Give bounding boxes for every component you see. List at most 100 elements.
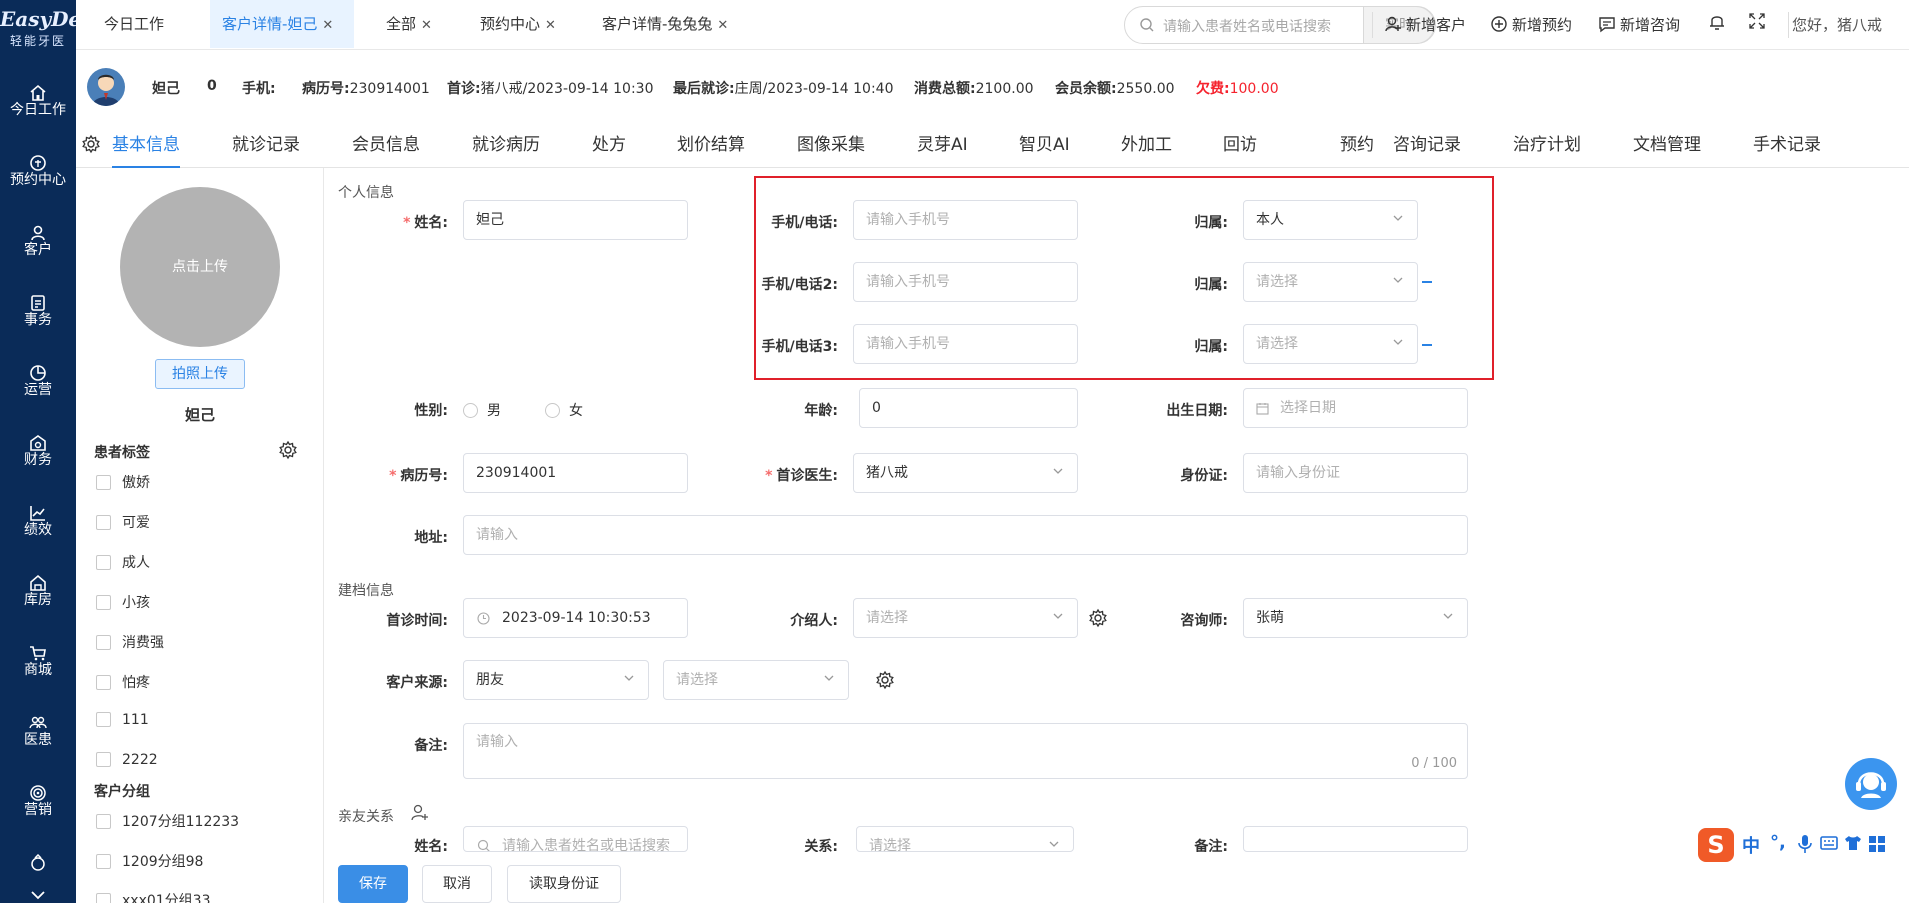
keyboard-icon[interactable] — [1820, 836, 1838, 854]
tab-follow-up[interactable]: 回访 — [1223, 132, 1257, 158]
tab-zhibei-ai[interactable]: 智贝AI — [1019, 132, 1070, 158]
nav-item-warehouse[interactable]: 库房 — [0, 562, 76, 628]
belong2-select[interactable]: 请选择 — [1243, 262, 1418, 302]
tab-visit-records[interactable]: 就诊记录 — [232, 132, 300, 158]
nav-item-mall[interactable]: 商城 — [0, 632, 76, 698]
relative-remark-input[interactable] — [1243, 826, 1468, 852]
tab-customer-tutu[interactable]: 客户详情-兔兔兔 ✕ — [590, 0, 740, 48]
tag-checkbox[interactable]: 怕疼 — [96, 672, 150, 692]
gender-male-radio[interactable]: 男 — [463, 400, 501, 420]
tab-documents[interactable]: 文档管理 — [1633, 132, 1701, 158]
remove-phone3-icon[interactable] — [1422, 344, 1432, 346]
gender-female-radio[interactable]: 女 — [545, 400, 583, 420]
ime-punctuation-icon[interactable]: °, — [1770, 832, 1786, 853]
customer-service-button[interactable] — [1845, 758, 1897, 810]
phone2-input[interactable]: 请输入手机号 — [853, 262, 1078, 302]
tab-appointment[interactable]: 预约中心 ✕ — [468, 0, 568, 48]
tab-customer-daji[interactable]: 客户详情-妲己 ✕ — [210, 0, 354, 48]
tab-medical-records[interactable]: 就诊病历 — [472, 132, 540, 158]
tag-checkbox[interactable]: 111 — [96, 712, 149, 728]
nav-item-operation[interactable]: 运营 — [0, 352, 76, 418]
doctor-select[interactable]: 猪八戒 — [853, 453, 1078, 493]
phone3-input[interactable]: 请输入手机号 — [853, 324, 1078, 364]
ime-language[interactable]: 中 — [1742, 832, 1760, 858]
group-checkbox[interactable]: xxx01分组33 — [96, 890, 210, 903]
tab-appointment[interactable]: 预约 — [1340, 132, 1374, 158]
user-greeting[interactable]: 您好，猪八戒 — [1792, 12, 1882, 38]
tab-outsourcing[interactable]: 外加工 — [1121, 132, 1172, 158]
referrer-settings-gear-icon[interactable] — [1088, 608, 1108, 632]
cancel-button[interactable]: 取消 — [422, 865, 492, 903]
consultant-select[interactable]: 张萌 — [1243, 598, 1468, 638]
nav-item-doctor-patient[interactable]: 医患 — [0, 702, 76, 768]
save-button[interactable]: 保存 — [338, 865, 408, 903]
new-customer-button[interactable]: 新增客户 — [1384, 12, 1466, 38]
tab-all[interactable]: 全部 ✕ — [374, 0, 444, 48]
tag-checkbox[interactable]: 消费强 — [96, 632, 164, 652]
nav-item-more[interactable] — [0, 842, 76, 882]
group-checkbox[interactable]: 1209分组98 — [96, 851, 203, 871]
relative-search-input[interactable]: 请输入患者姓名或电话搜索 — [463, 826, 688, 852]
nav-item-task[interactable]: 事务 — [0, 282, 76, 348]
tab-member-info[interactable]: 会员信息 — [352, 132, 420, 158]
bell-icon[interactable] — [1708, 12, 1726, 38]
nav-expand-icon[interactable] — [30, 888, 46, 903]
tag-checkbox[interactable]: 成人 — [96, 552, 150, 572]
upload-avatar-button[interactable]: 点击上传 — [120, 187, 280, 347]
remark-textarea[interactable]: 请输入 0 / 100 — [463, 723, 1468, 779]
close-icon[interactable]: ✕ — [421, 18, 432, 33]
tab-imaging[interactable]: 图像采集 — [797, 132, 865, 158]
tag-checkbox[interactable]: 小孩 — [96, 592, 150, 612]
nav-item-customer[interactable]: 客户 — [0, 212, 76, 278]
relation-select[interactable]: 请选择 — [856, 826, 1074, 852]
close-icon[interactable]: ✕ — [717, 18, 728, 33]
group-checkbox[interactable]: 1207分组112233 — [96, 811, 239, 831]
close-icon[interactable]: ✕ — [545, 18, 556, 33]
id-input[interactable]: 请输入身份证 — [1243, 453, 1468, 493]
tag-settings-gear-icon[interactable] — [278, 440, 298, 464]
tag-checkbox[interactable]: 傲娇 — [96, 472, 150, 492]
tab-treatment-plan[interactable]: 治疗计划 — [1513, 132, 1581, 158]
tag-checkbox[interactable]: 2222 — [96, 752, 158, 768]
birth-date-picker[interactable]: 选择日期 — [1243, 388, 1468, 428]
toolbox-icon[interactable] — [1868, 835, 1886, 857]
first-time-picker[interactable]: 2023-09-14 10:30:53 — [463, 598, 688, 638]
source-detail-select[interactable]: 请选择 — [663, 660, 849, 700]
fullscreen-icon[interactable] — [1748, 12, 1766, 38]
remove-phone2-icon[interactable] — [1422, 281, 1432, 283]
nav-item-performance[interactable]: 绩效 — [0, 492, 76, 558]
nav-item-today[interactable]: 今日工作 — [0, 72, 76, 138]
tab-consult-records[interactable]: 咨询记录 — [1393, 132, 1461, 158]
ime-logo[interactable]: S — [1698, 828, 1734, 862]
nav-item-marketing[interactable]: 营销 — [0, 772, 76, 838]
skin-icon[interactable] — [1844, 835, 1862, 855]
source-select[interactable]: 朋友 — [463, 660, 649, 700]
new-consult-button[interactable]: 新增咨询 — [1598, 12, 1680, 38]
search-input[interactable]: 请输入患者姓名或电话搜索 — [1163, 16, 1331, 36]
source-settings-gear-icon[interactable] — [875, 670, 895, 694]
photo-upload-button[interactable]: 拍照上传 — [155, 359, 245, 389]
record-input[interactable]: 230914001 — [463, 453, 688, 493]
referrer-select[interactable]: 请选择 — [853, 598, 1078, 638]
tab-today[interactable]: 今日工作 — [92, 0, 176, 48]
tab-billing[interactable]: 划价结算 — [677, 132, 745, 158]
gear-icon[interactable] — [81, 134, 101, 158]
belong1-select[interactable]: 本人 — [1243, 200, 1418, 240]
new-appointment-button[interactable]: 新增预约 — [1490, 12, 1572, 38]
close-icon[interactable]: ✕ — [322, 18, 333, 33]
belong3-select[interactable]: 请选择 — [1243, 324, 1418, 364]
nav-item-finance[interactable]: 财务 — [0, 422, 76, 488]
tag-checkbox[interactable]: 可爱 — [96, 512, 150, 532]
tab-prescription[interactable]: 处方 — [592, 132, 626, 158]
tab-basic-info[interactable]: 基本信息 — [112, 132, 180, 168]
add-relative-icon[interactable] — [410, 803, 430, 827]
read-id-card-button[interactable]: 读取身份证 — [507, 865, 621, 903]
nav-item-appointment[interactable]: 预约中心 — [0, 142, 76, 208]
name-input[interactable]: 妲己 — [463, 200, 688, 240]
tab-surgery-records[interactable]: 手术记录 — [1753, 132, 1821, 158]
address-input[interactable]: 请输入 — [463, 515, 1468, 555]
tab-lingya-ai[interactable]: 灵芽AI — [917, 132, 968, 158]
microphone-icon[interactable] — [1798, 834, 1812, 858]
age-input[interactable]: 0 — [859, 388, 1078, 428]
phone1-input[interactable]: 请输入手机号 — [853, 200, 1078, 240]
